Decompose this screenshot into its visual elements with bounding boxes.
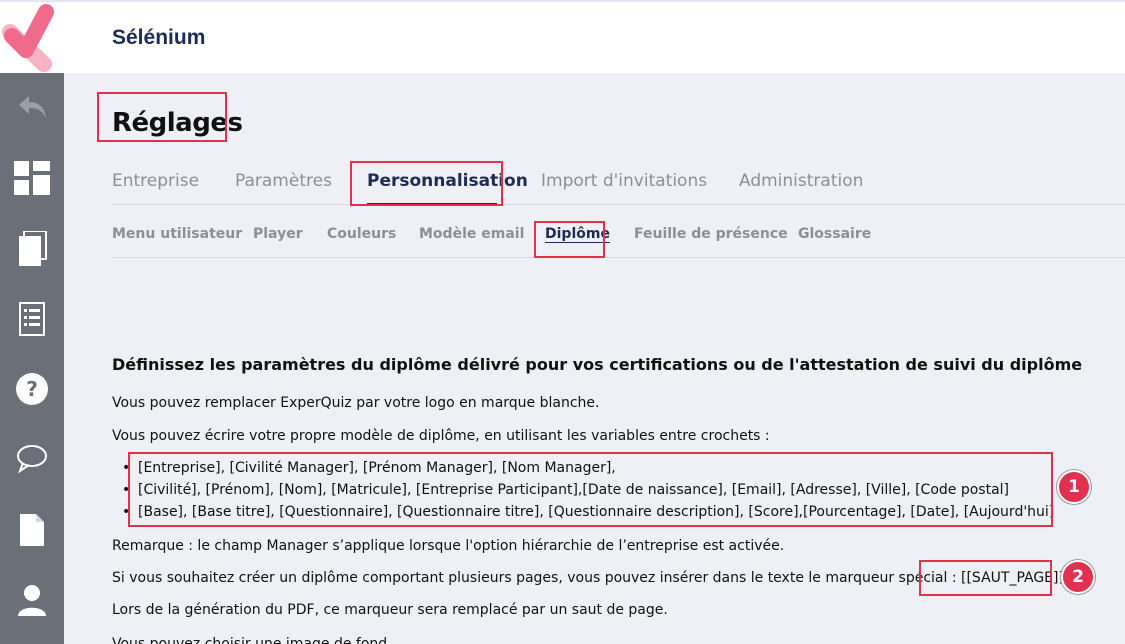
list-icon[interactable] (8, 295, 56, 343)
back-arrow-icon[interactable] (8, 83, 56, 131)
chat-icon[interactable] (8, 435, 56, 483)
subtab-feuille-presence[interactable]: Feuille de présence (634, 226, 788, 242)
app-logo[interactable] (0, 2, 64, 75)
variables-highlight (128, 452, 1053, 527)
marker-highlight (919, 560, 1052, 596)
subtab-menu-utilisateur[interactable]: Menu utilisateur (112, 226, 242, 242)
sidebar: ? (0, 73, 64, 644)
subtab-glossaire[interactable]: Glossaire (798, 226, 871, 242)
tab-administration[interactable]: Administration (739, 171, 863, 191)
main-tabs: Entreprise Paramètres Personnalisation I… (112, 171, 1125, 205)
annotation-badge-1: 1 (1057, 470, 1091, 504)
subtab-player[interactable]: Player (253, 226, 303, 242)
sub-tabs: Menu utilisateur Player Couleurs Modèle … (112, 226, 1125, 258)
page-title-highlight (97, 92, 227, 142)
page-break-intro: Si vous souhaitez créer un diplôme compo… (112, 570, 957, 586)
subtab-highlight (534, 221, 605, 258)
template-intro-text: Vous pouvez écrire votre propre modèle d… (112, 428, 770, 444)
tab-highlight (350, 161, 503, 206)
tab-parametres[interactable]: Paramètres (235, 171, 332, 191)
app-title: Sélénium (112, 26, 206, 49)
dashboard-icon[interactable] (8, 154, 56, 202)
white-label-text: Vous pouvez remplacer ExperQuiz par votr… (112, 395, 600, 411)
svg-text:?: ? (26, 377, 38, 401)
main-content: Réglages Entreprise Paramètres Personnal… (64, 73, 1125, 644)
user-icon[interactable] (8, 576, 56, 624)
document-icon[interactable] (8, 506, 56, 554)
annotation-badge-2: 2 (1061, 560, 1095, 594)
subtab-couleurs[interactable]: Couleurs (327, 226, 396, 242)
tab-entreprise[interactable]: Entreprise (112, 171, 199, 191)
background-image-text: Vous pouvez choisir une image de fond (112, 636, 388, 644)
pages-icon[interactable] (8, 225, 56, 273)
subtab-modele-email[interactable]: Modèle email (419, 226, 524, 242)
help-icon[interactable]: ? (8, 365, 56, 413)
pdf-generation-text: Lors de la génération du PDF, ce marqueu… (112, 602, 668, 618)
section-heading: Définissez les paramètres du diplôme dél… (112, 355, 1083, 374)
tab-import-invitations[interactable]: Import d'invitations (541, 171, 707, 191)
top-bar: Sélénium (0, 0, 1125, 73)
manager-remark: Remarque : le champ Manager s’applique l… (112, 538, 785, 554)
